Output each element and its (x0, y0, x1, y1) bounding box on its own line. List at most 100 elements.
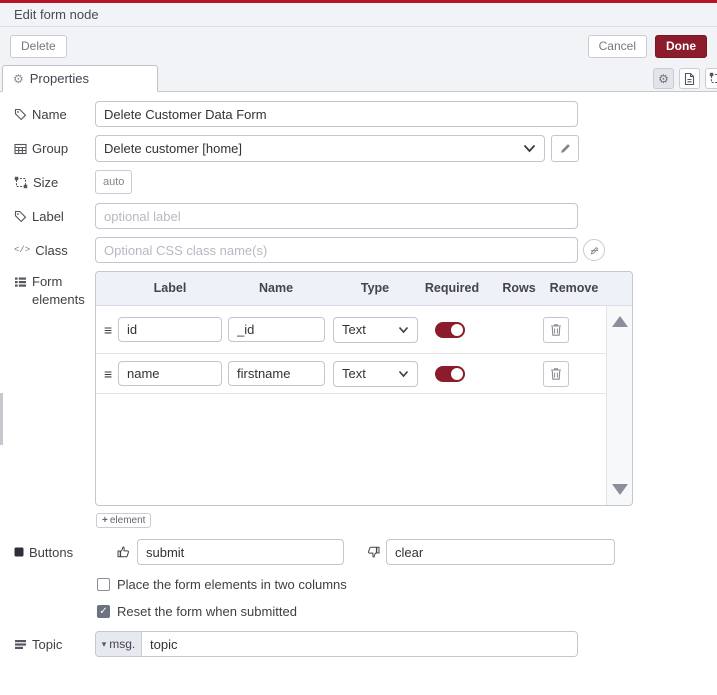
col-header-type: Type (360, 281, 390, 295)
clear-button-text-input[interactable] (386, 539, 615, 565)
trash-icon (551, 323, 561, 336)
document-icon (684, 72, 695, 85)
topic-input[interactable] (142, 632, 577, 656)
done-button[interactable]: Done (655, 34, 707, 58)
scroll-up-icon[interactable] (612, 316, 628, 327)
square-icon (14, 547, 24, 557)
drag-handle-icon[interactable]: ≡ (104, 322, 116, 338)
required-toggle[interactable] (435, 321, 465, 338)
col-header-remove: Remove (549, 281, 599, 295)
dialog-title: Edit form node (14, 7, 99, 22)
field-row-group: Group Delete customer [home] (14, 135, 717, 162)
form-element-row: ≡ Text (96, 354, 606, 394)
msg-type-selector[interactable]: ▾ msg. (96, 632, 142, 656)
edit-form-node-dialog: Edit form node Delete Cancel Done ⚙ Prop… (0, 0, 717, 657)
tasks-icon (15, 639, 26, 649)
reset-label: Reset the form when submitted (117, 604, 297, 619)
table-icon (14, 143, 27, 154)
list-icon (15, 277, 26, 287)
label-label: Label (14, 209, 95, 224)
label-input[interactable] (95, 203, 578, 229)
field-row-size: Size auto (14, 170, 717, 194)
class-label: </> Class (14, 242, 68, 258)
two-columns-option: Place the form elements in two columns (97, 577, 717, 592)
field-row-form-elements: Form elements Label Name Type Required R… (14, 271, 717, 539)
gear-icon: ⚙ (13, 71, 24, 86)
col-header-rows: Rows (502, 281, 536, 295)
tag-icon (14, 210, 27, 222)
field-row-topic: Topic ▾ msg. (14, 631, 717, 657)
group-select[interactable]: Delete customer [home] (95, 135, 545, 162)
name-label: Name (14, 107, 95, 122)
plus-icon: + (102, 515, 108, 526)
field-row-buttons: Buttons (14, 539, 717, 565)
object-group-icon (709, 72, 717, 84)
reset-option: ✓ Reset the form when submitted (97, 604, 717, 619)
col-header-label: Label (153, 281, 187, 295)
cancel-button[interactable]: Cancel (587, 34, 647, 58)
list-scrollbar[interactable] (606, 306, 632, 505)
element-type-select[interactable]: Text (333, 360, 418, 387)
thumbs-down-icon (366, 545, 380, 559)
remove-element-button[interactable] (543, 360, 569, 387)
element-name-input[interactable] (228, 317, 325, 342)
group-select-value: Delete customer [home] (104, 141, 243, 156)
required-toggle[interactable] (435, 365, 465, 382)
left-edge-notch (0, 393, 3, 445)
pencil-icon (560, 144, 570, 153)
form-element-row: ≡ Text (96, 306, 606, 354)
submit-button-text-input[interactable] (137, 539, 344, 565)
chevron-down-icon (523, 144, 536, 153)
tab-properties-label: Properties (29, 71, 90, 86)
element-label-input[interactable] (118, 361, 222, 386)
appearance-group-button[interactable] (705, 68, 717, 89)
object-group-icon (14, 176, 28, 188)
field-row-name: Name (14, 101, 717, 127)
dialog-titlebar: Edit form node (0, 3, 717, 27)
two-columns-label: Place the form elements in two columns (117, 577, 347, 592)
two-columns-checkbox[interactable] (97, 578, 110, 591)
dialog-toolbar: Delete Cancel Done (0, 27, 717, 65)
form-elements-table-header: Label Name Type Required Rows Remove (96, 272, 632, 306)
trash-icon (551, 367, 561, 380)
toggle-knob (451, 367, 463, 380)
size-label: Size (14, 175, 95, 190)
reset-checkbox[interactable]: ✓ (97, 605, 110, 618)
element-name-input[interactable] (228, 361, 325, 386)
description-doc-button[interactable] (679, 68, 700, 89)
class-input[interactable] (95, 237, 578, 263)
settings-gear-button[interactable]: ⚙ (653, 68, 674, 89)
msg-prefix-label: msg. (109, 637, 136, 651)
field-row-label: Label (14, 203, 717, 229)
caret-down-icon: ▾ (101, 638, 107, 649)
name-input[interactable] (95, 101, 578, 127)
tab-actions: ⚙ (653, 68, 717, 89)
gear-icon: ⚙ (658, 71, 669, 86)
chevron-down-icon (398, 326, 409, 334)
size-value-button[interactable]: auto (95, 170, 133, 194)
class-helper-button[interactable] (583, 239, 605, 261)
check-icon: ✓ (99, 605, 108, 617)
toggle-knob (451, 323, 463, 336)
tabs-bar: ⚙ Properties ⚙ (0, 65, 717, 92)
delete-button[interactable]: Delete (10, 34, 67, 58)
edit-group-button[interactable] (551, 135, 579, 162)
element-label-input[interactable] (118, 317, 222, 342)
scroll-down-icon[interactable] (612, 484, 628, 495)
drag-handle-icon[interactable]: ≡ (104, 366, 116, 382)
pencil-slash-icon (590, 246, 598, 255)
field-row-class: </> Class (14, 237, 717, 263)
buttons-label: Buttons (14, 545, 95, 560)
remove-element-button[interactable] (543, 316, 569, 343)
form-elements-editor: Label Name Type Required Rows Remove ≡ i… (95, 271, 633, 539)
chevron-down-icon (398, 370, 409, 378)
col-header-required: Required (424, 281, 480, 295)
add-element-button[interactable]: + element (96, 513, 152, 528)
topic-label: Topic (14, 637, 95, 652)
tab-properties[interactable]: ⚙ Properties (2, 65, 158, 92)
form-elements-list: ≡ Text (96, 306, 606, 505)
thumbs-up-icon (117, 545, 131, 559)
tag-icon (14, 108, 27, 120)
element-type-select[interactable]: Text (333, 316, 418, 343)
form-elements-label: Form elements (14, 273, 95, 308)
